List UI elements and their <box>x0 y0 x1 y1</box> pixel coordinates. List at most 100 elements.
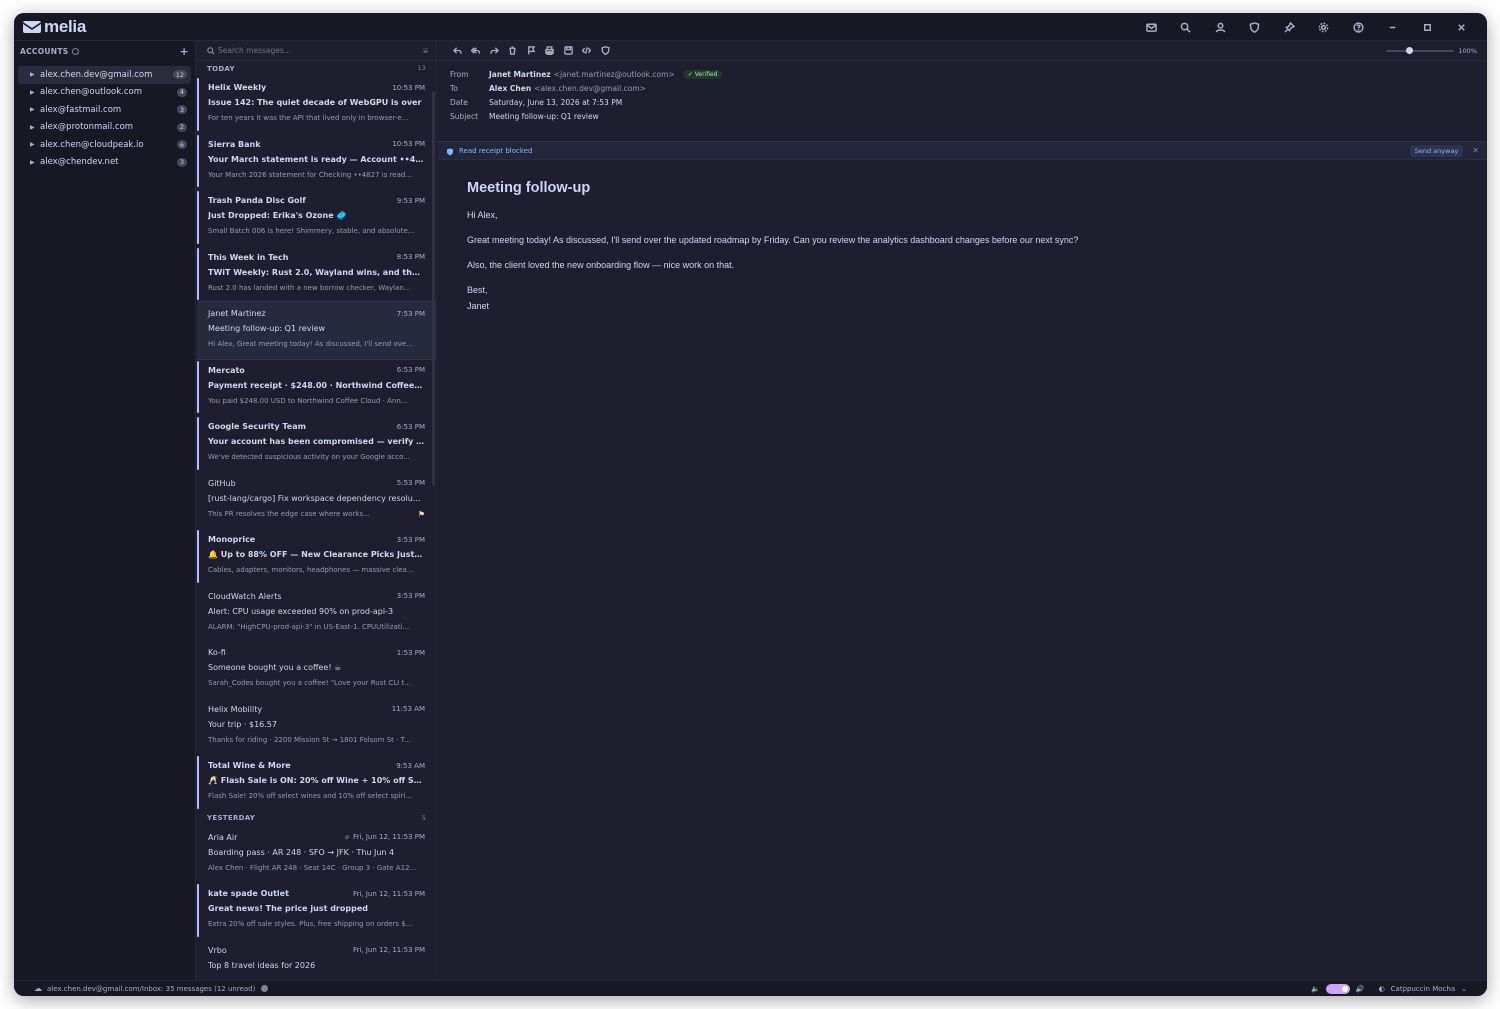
message-time: 10:53 PM <box>392 140 425 148</box>
message-item[interactable]: kate spade Outlet Fri, Jun 12, 11:53 PM Gr… <box>197 882 436 939</box>
maximize-icon[interactable] <box>1410 19 1445 35</box>
info-icon[interactable] <box>261 985 269 992</box>
message-time: Fri, Jun 12, 11:53 PM <box>353 946 425 954</box>
account-item[interactable]: ▶ alex.chen.dev@gmail.com 12 <box>18 66 191 84</box>
message-preview: Cables, adapters, monitors, headphones —… <box>208 566 414 574</box>
pin-icon[interactable] <box>1272 19 1307 35</box>
help-icon[interactable] <box>1341 19 1376 35</box>
add-account-button[interactable]: + <box>179 45 189 58</box>
zoom-slider-handle[interactable] <box>1406 46 1414 54</box>
message-subject: Just Dropped: Erika's Ozone 🥏 <box>208 211 347 220</box>
minimize-icon[interactable] <box>1376 19 1411 35</box>
expand-caret-icon[interactable]: ▶ <box>30 89 35 96</box>
message-item[interactable]: Ko-fi 1:53 PM Someone bought you a coffee!… <box>197 641 436 698</box>
message-preview: Thanks for riding · 2200 Mission St → 18… <box>208 735 411 744</box>
gear-icon[interactable] <box>1307 19 1342 35</box>
save-icon[interactable] <box>559 44 578 58</box>
message-item[interactable]: Vrbo Fri, Jun 12, 11:53 PM Top 8 travel id… <box>197 939 436 981</box>
expand-caret-icon[interactable]: ▶ <box>30 106 35 113</box>
message-time: 7:53 PM <box>396 309 425 318</box>
list-scrollbar[interactable] <box>432 91 435 486</box>
message-sender: Vrbo <box>208 945 227 955</box>
message-time: 6:53 PM <box>396 366 425 374</box>
group-count: 5 <box>421 814 426 822</box>
forward-icon[interactable] <box>485 44 504 58</box>
search-icon[interactable] <box>1169 19 1204 35</box>
search-input[interactable] <box>218 46 408 55</box>
message-subject: Top 8 travel ideas for 2026 <box>208 960 316 970</box>
palette-icon: ◐ <box>1378 984 1385 993</box>
chevron-down-icon[interactable]: ⌄ <box>1461 985 1467 993</box>
message-item[interactable]: Total Wine & More 9:53 AM 🥂 Flash Sale is … <box>197 754 436 811</box>
send-anyway-button[interactable]: Send anyway <box>1409 144 1464 157</box>
sender-name[interactable]: Janet Martinez <box>489 70 551 79</box>
message-preview: Your March 2026 statement for Checking •… <box>208 170 413 179</box>
filter-icon[interactable]: ⩸ <box>423 46 428 56</box>
reply-all-icon[interactable] <box>467 44 486 58</box>
expand-caret-icon[interactable]: ▶ <box>30 159 35 166</box>
unread-badge: 3 <box>176 157 187 167</box>
account-item[interactable]: ▶ alex@fastmail.com 3 <box>18 101 191 119</box>
message-subject: Meeting follow-up: Q1 review <box>208 324 326 333</box>
message-item[interactable]: This Week in Tech 8:53 PM TWiT Weekly: Rus… <box>197 246 436 303</box>
account-address: alex.chen.dev@gmail.com <box>40 69 153 80</box>
message-preview: Flash Sale! 20% off select wines and 10%… <box>208 792 413 800</box>
security-shield-icon[interactable] <box>596 44 615 58</box>
view-source-icon[interactable] <box>578 44 597 58</box>
flag-icon[interactable] <box>522 44 541 58</box>
search-icon <box>207 46 215 55</box>
shield-icon[interactable] <box>1238 19 1273 35</box>
print-icon[interactable] <box>541 44 560 58</box>
message-item[interactable]: Helix Mobility 11:53 AM Your trip · $16.57… <box>197 698 436 755</box>
message-item[interactable]: Helix Weekly 10:53 PM Issue 142: The quiet… <box>197 76 436 133</box>
message-subject: Issue 142: The quiet decade of WebGPU is… <box>208 98 422 107</box>
shield-icon <box>446 141 454 160</box>
message-preview: Hi Alex, Great meeting today! As discuss… <box>208 340 413 348</box>
message-subject: TWiT Weekly: Rust 2.0, Wayland wins, and… <box>208 267 425 277</box>
header-to-row: To Alex Chen <alex.chen.dev@gmail.com> <box>450 81 1475 95</box>
account-item[interactable]: ▶ alex.chen@outlook.com 4 <box>18 84 191 102</box>
header-date-row: Date Saturday, June 13, 2026 at 7:53 PM <box>450 95 1475 109</box>
account-item[interactable]: ▶ alex@chendev.net 3 <box>18 154 191 172</box>
message-item[interactable]: CloudWatch Alerts 3:53 PM Alert: CPU usage… <box>197 585 436 642</box>
message-item[interactable]: Trash Panda Disc Golf 9:53 PM Just Dropped… <box>197 189 436 246</box>
account-item[interactable]: ▶ alex@protonmail.com 2 <box>18 119 191 137</box>
message-subject-header: Meeting follow-up: Q1 review <box>489 111 599 121</box>
reply-icon[interactable] <box>448 44 467 58</box>
recipient-email[interactable]: <alex.chen.dev@gmail.com> <box>534 84 646 93</box>
unread-badge: 4 <box>176 87 187 97</box>
message-time: 3:53 PM <box>396 592 425 600</box>
zoom-slider[interactable] <box>1386 46 1455 54</box>
flag-icon[interactable]: ⚑ <box>418 510 425 520</box>
accounts-header: ACCOUNTS + <box>14 41 195 61</box>
group-label: TODAY <box>207 64 235 73</box>
dismiss-banner-icon[interactable]: ✕ <box>1472 146 1479 155</box>
sound-toggle[interactable] <box>1325 983 1350 994</box>
message-subject: Alert: CPU usage exceeded 90% on prod-ap… <box>208 606 394 616</box>
expand-caret-icon[interactable]: ▶ <box>30 141 35 148</box>
message-item[interactable]: Google Security Team 6:53 PM Your account … <box>197 415 436 472</box>
theme-selector[interactable]: Catppuccin Mocha <box>1391 985 1455 993</box>
message-item[interactable]: Monoprice 3:53 PM 🔔 Up to 88% OFF — New Cl… <box>197 528 436 585</box>
message-sender: Janet Martinez <box>208 309 266 318</box>
message-item-selected[interactable]: Janet Martinez 7:53 PM Meeting follow-up: … <box>197 301 436 360</box>
expand-caret-icon[interactable]: ▶ <box>30 124 35 131</box>
zoom-control: 100% <box>1386 46 1477 55</box>
group-header-yesterday: YESTERDAY 5 <box>197 811 436 826</box>
account-item[interactable]: ▶ alex.chen@cloudpeak.io 6 <box>18 136 191 154</box>
message-subject: Your trip · $16.57 <box>208 719 277 729</box>
message-item[interactable]: Sierra Bank 10:53 PM Your March statement … <box>197 133 436 190</box>
sync-icon[interactable] <box>72 47 80 55</box>
trash-icon[interactable] <box>504 44 523 58</box>
sender-email[interactable]: <janet.martinez@outlook.com> <box>554 70 675 79</box>
expand-caret-icon[interactable]: ▶ <box>30 71 35 78</box>
recipient-name[interactable]: Alex Chen <box>489 84 531 93</box>
close-icon[interactable] <box>1445 19 1480 35</box>
group-label: YESTERDAY <box>207 814 256 822</box>
account-address: alex.chen@cloudpeak.io <box>40 139 144 150</box>
message-item[interactable]: GitHub 5:53 PM [rust-lang/cargo] Fix works… <box>197 472 436 529</box>
compose-icon[interactable] <box>1134 19 1169 35</box>
message-item[interactable]: Aria Air ⌀ Fri, Jun 12, 11:53 PM Boarding p… <box>197 826 436 883</box>
message-item[interactable]: Mercato 6:53 PM Payment receipt · $248.00 … <box>197 359 436 416</box>
user-icon[interactable] <box>1203 19 1238 35</box>
